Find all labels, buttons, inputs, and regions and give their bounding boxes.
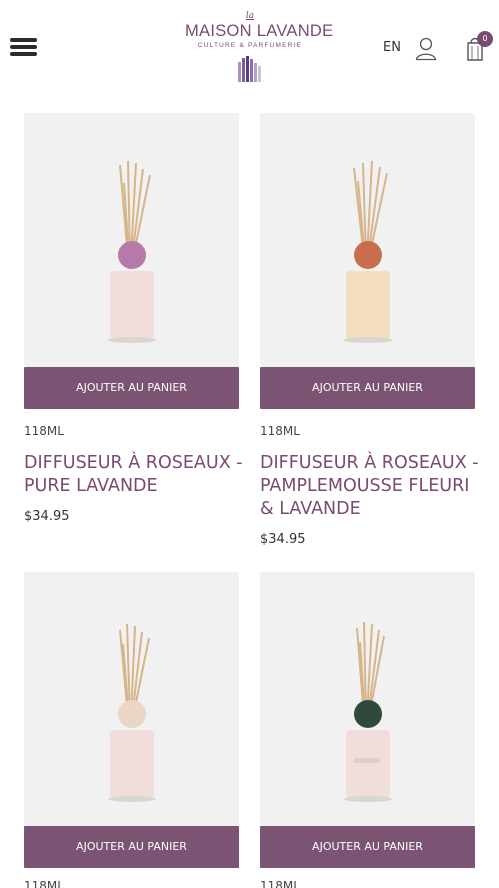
language-switcher[interactable]: EN xyxy=(383,40,401,55)
reed-diffuser-image xyxy=(344,621,392,802)
menu-line xyxy=(10,45,37,49)
product-image[interactable] xyxy=(260,572,475,826)
diffuser-cap xyxy=(354,241,382,269)
product-name[interactable]: DIFFUSEUR À ROSEAUX - PURE LAVANDE xyxy=(24,452,244,498)
product-image[interactable] xyxy=(24,113,239,367)
logo-small-text: la xyxy=(245,11,255,21)
product-price: $34.95 xyxy=(260,532,306,547)
reed-diffuser-image xyxy=(108,623,156,802)
add-to-cart-button[interactable]: AJOUTER AU PANIER xyxy=(260,826,475,868)
product-size: 118ML xyxy=(24,424,64,438)
logo-tagline: CULTURE & PARFUMERIE xyxy=(197,42,303,49)
lavender-field-icon xyxy=(238,56,261,82)
menu-line xyxy=(10,38,37,42)
site-header: la MAISON LAVANDE CULTURE & PARFUMERIE E… xyxy=(0,0,499,95)
menu-line xyxy=(10,52,37,56)
diffuser-cap xyxy=(354,700,382,728)
diffuser-cap xyxy=(118,700,146,728)
product-size: 118ML xyxy=(24,879,64,888)
product-image[interactable] xyxy=(260,113,475,367)
product-image[interactable] xyxy=(24,572,239,826)
hamburger-menu-icon[interactable] xyxy=(10,38,37,58)
product-size: 118ML xyxy=(260,879,300,888)
product-name[interactable]: DIFFUSEUR À ROSEAUX - PAMPLEMOUSSE FLEUR… xyxy=(260,452,480,521)
logo-brand: MAISON LAVANDE xyxy=(185,22,334,40)
add-to-cart-button[interactable]: AJOUTER AU PANIER xyxy=(24,826,239,868)
diffuser-cap xyxy=(118,241,146,269)
user-account-icon[interactable] xyxy=(415,37,437,61)
product-size: 118ML xyxy=(260,424,300,438)
cart-count-badge: 0 xyxy=(477,31,493,47)
product-price: $34.95 xyxy=(24,509,70,524)
add-to-cart-button[interactable]: AJOUTER AU PANIER xyxy=(24,367,239,409)
reed-diffuser-image xyxy=(344,160,392,343)
add-to-cart-button[interactable]: AJOUTER AU PANIER xyxy=(260,367,475,409)
site-logo[interactable]: la MAISON LAVANDE CULTURE & PARFUMERIE xyxy=(185,10,334,90)
reed-diffuser-image xyxy=(108,160,156,343)
